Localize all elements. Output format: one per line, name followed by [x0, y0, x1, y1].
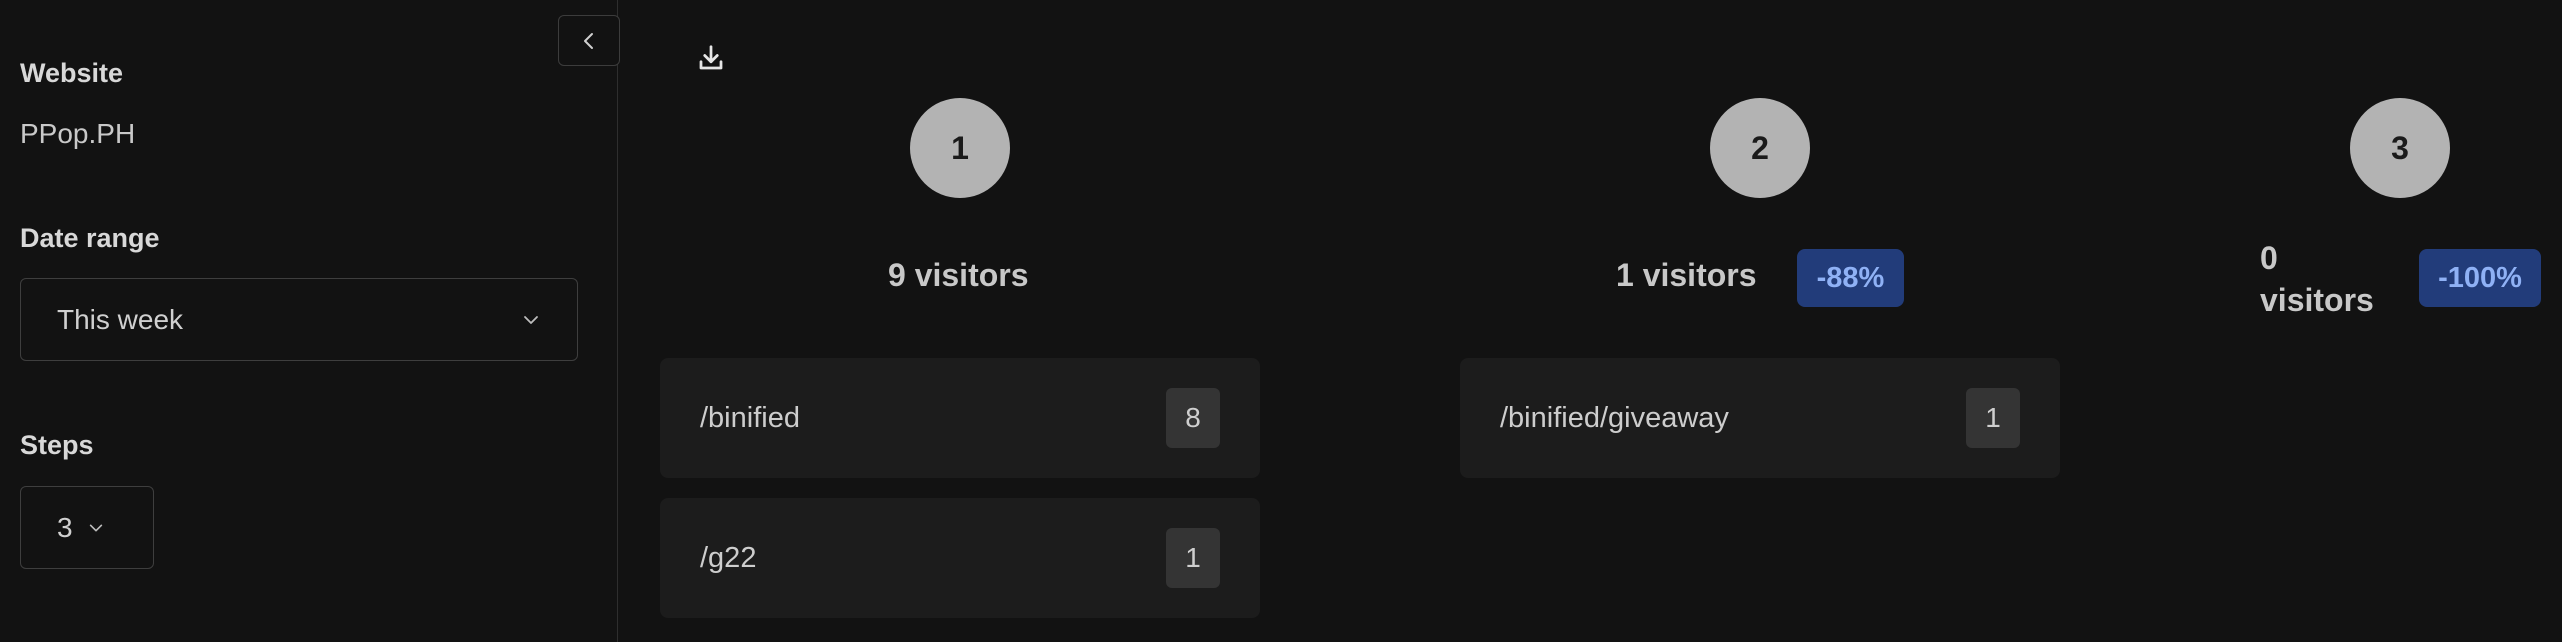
chevron-left-icon	[584, 32, 593, 49]
page-count: 1	[1166, 528, 1220, 588]
step-3-circle: 3	[2350, 98, 2450, 198]
chevron-down-icon	[521, 310, 541, 330]
steps-label: Steps	[20, 430, 94, 460]
step-2-circle: 2	[1710, 98, 1810, 198]
step-3-visitors-word: visitors	[2260, 282, 2374, 318]
page-path: /binified/giveaway	[1500, 401, 1729, 434]
date-range-label: Date range	[20, 223, 160, 253]
collapse-sidebar-button[interactable]	[558, 15, 620, 66]
step-1-page-card[interactable]: /binified 8	[660, 358, 1260, 478]
page-count: 8	[1166, 388, 1220, 448]
download-button[interactable]	[690, 38, 732, 78]
chevron-down-icon	[87, 519, 105, 537]
website-value: PPop.PH	[20, 118, 136, 149]
website-label: Website	[20, 58, 124, 88]
download-icon	[699, 45, 723, 70]
step-1-page-card[interactable]: /g22 1	[660, 498, 1260, 618]
step-1-visitors: 9 visitors	[888, 257, 1029, 293]
step-2-visitors: 1 visitors	[1616, 257, 1757, 293]
filter-sidebar: Website PPop.PH Date range This week Ste…	[0, 0, 620, 642]
date-range-select[interactable]: This week	[20, 278, 578, 361]
step-2-dropoff-badge: -88%	[1797, 249, 1904, 307]
page-count: 1	[1966, 388, 2020, 448]
step-3-visitors: 0 visitors	[2260, 237, 2374, 321]
date-range-value: This week	[57, 303, 184, 335]
step-2-page-card[interactable]: /binified/giveaway 1	[1460, 358, 2060, 478]
steps-value: 3	[57, 511, 73, 543]
step-3-visitors-count: 0	[2260, 240, 2278, 276]
page-path: /g22	[700, 541, 757, 574]
page-path: /binified	[700, 401, 800, 434]
step-1-circle: 1	[910, 98, 1010, 198]
steps-select[interactable]: 3	[20, 486, 154, 569]
step-3-dropoff-badge: -100%	[2419, 249, 2541, 307]
